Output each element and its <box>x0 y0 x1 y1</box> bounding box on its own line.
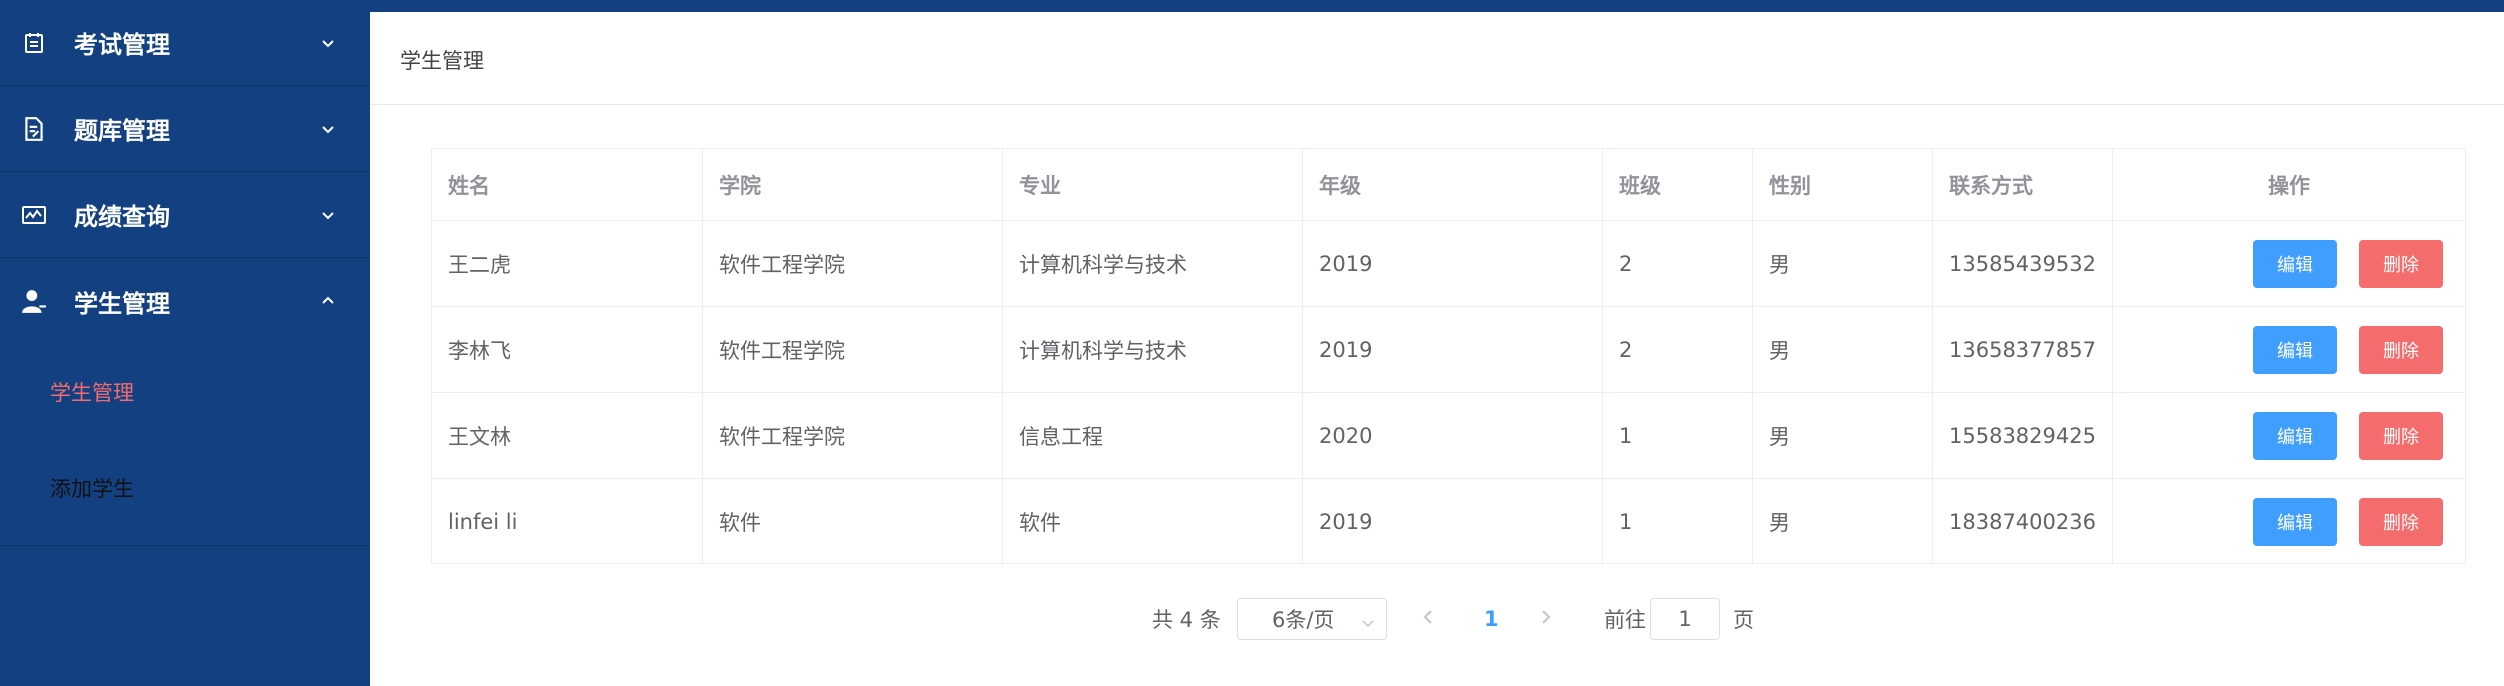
table-row: 李林飞 软件工程学院 计算机科学与技术 2019 2 男 13658377857… <box>432 307 2465 393</box>
document-edit-icon <box>20 115 48 143</box>
menu-student-management[interactable]: 学生管理 <box>0 258 370 344</box>
page-size-value: 6条/页 <box>1272 608 1335 632</box>
divider <box>370 104 2504 105</box>
delete-button[interactable]: 删除 <box>2359 240 2443 288</box>
cell-phone: 15583829425 <box>1933 393 2113 478</box>
chart-card-icon <box>20 201 48 229</box>
chevron-right-icon <box>1538 607 1554 632</box>
cell-gender: 男 <box>1753 479 1933 565</box>
cell-phone: 13658377857 <box>1933 307 2113 392</box>
menu-label: 成绩查询 <box>74 203 170 231</box>
table-row: 王二虎 软件工程学院 计算机科学与技术 2019 2 男 13585439532… <box>432 221 2465 307</box>
delete-button[interactable]: 删除 <box>2359 412 2443 460</box>
cell-phone: 18387400236 <box>1933 479 2113 565</box>
cell-gender: 男 <box>1753 221 1933 306</box>
pagination-total: 共 4 条 <box>1152 608 1221 632</box>
chevron-down-icon <box>318 119 340 139</box>
column-header-major: 专业 <box>1003 149 1303 220</box>
menu-label: 题库管理 <box>74 117 170 145</box>
breadcrumb: 学生管理 <box>400 49 484 73</box>
calendar-icon <box>20 29 48 57</box>
cell-actions: 编辑 删除 <box>2113 393 2465 478</box>
student-table: 姓名 学院 专业 年级 班级 性别 联系方式 操作 王二虎 软件工程学院 计算机… <box>431 148 2466 565</box>
table-row: linfei li 软件 软件 2019 1 男 18387400236 编辑 … <box>432 479 2465 565</box>
chevron-up-icon <box>318 291 340 311</box>
column-header-gender: 性别 <box>1753 149 1933 220</box>
cell-major: 信息工程 <box>1003 393 1303 478</box>
cell-major: 计算机科学与技术 <box>1003 307 1303 392</box>
next-page-button[interactable] <box>1538 598 1554 640</box>
column-header-phone: 联系方式 <box>1933 149 2113 220</box>
menu-label: 考试管理 <box>74 31 170 59</box>
menu-label: 学生管理 <box>74 289 170 318</box>
cell-class: 2 <box>1603 307 1753 392</box>
header-bar <box>370 0 2504 12</box>
cell-name: linfei li <box>432 479 703 565</box>
table-header: 姓名 学院 专业 年级 班级 性别 联系方式 操作 <box>432 149 2465 221</box>
goto-label: 前往 <box>1604 608 1646 632</box>
cell-name: 王文林 <box>432 393 703 478</box>
chevron-down-icon <box>1360 612 1376 636</box>
cell-grade: 2019 <box>1303 221 1603 306</box>
student-submenu: 学生管理 添加学生 <box>0 344 370 546</box>
goto-page-input[interactable] <box>1650 598 1720 640</box>
column-header-college: 学院 <box>703 149 1003 220</box>
cell-grade: 2019 <box>1303 307 1603 392</box>
menu-exam-management[interactable]: 考试管理 <box>0 0 370 86</box>
submenu-student-management[interactable]: 学生管理 <box>0 344 370 440</box>
cell-grade: 2020 <box>1303 393 1603 478</box>
cell-major: 软件 <box>1003 479 1303 565</box>
edit-button[interactable]: 编辑 <box>2253 412 2337 460</box>
chevron-down-icon <box>318 33 340 53</box>
cell-actions: 编辑 删除 <box>2113 307 2465 392</box>
column-header-class: 班级 <box>1603 149 1753 220</box>
edit-button[interactable]: 编辑 <box>2253 498 2337 546</box>
cell-grade: 2019 <box>1303 479 1603 565</box>
table-row: 王文林 软件工程学院 信息工程 2020 1 男 15583829425 编辑 … <box>432 393 2465 479</box>
menu-score-query[interactable]: 成绩查询 <box>0 172 370 258</box>
cell-class: 1 <box>1603 393 1753 478</box>
cell-gender: 男 <box>1753 393 1933 478</box>
submenu-add-student[interactable]: 添加学生 <box>0 440 370 536</box>
cell-college: 软件 <box>703 479 1003 565</box>
column-header-grade: 年级 <box>1303 149 1603 220</box>
page-number-current[interactable]: 1 <box>1484 598 1499 640</box>
menu-question-bank[interactable]: 题库管理 <box>0 86 370 172</box>
edit-button[interactable]: 编辑 <box>2253 240 2337 288</box>
cell-name: 王二虎 <box>432 221 703 306</box>
cell-college: 软件工程学院 <box>703 307 1003 392</box>
delete-button[interactable]: 删除 <box>2359 326 2443 374</box>
cell-class: 1 <box>1603 479 1753 565</box>
cell-college: 软件工程学院 <box>703 393 1003 478</box>
chevron-down-icon <box>318 205 340 225</box>
cell-class: 2 <box>1603 221 1753 306</box>
cell-college: 软件工程学院 <box>703 221 1003 306</box>
user-icon <box>20 287 48 315</box>
page-size-select[interactable]: 6条/页 <box>1237 598 1387 640</box>
cell-phone: 13585439532 <box>1933 221 2113 306</box>
cell-gender: 男 <box>1753 307 1933 392</box>
page-unit-label: 页 <box>1733 608 1754 632</box>
column-header-name: 姓名 <box>432 149 703 220</box>
edit-button[interactable]: 编辑 <box>2253 326 2337 374</box>
prev-page-button[interactable] <box>1420 598 1436 640</box>
cell-actions: 编辑 删除 <box>2113 221 2465 306</box>
sidebar: 考试管理 题库管理 成绩查询 学生管理 学生管理 添加学生 <box>0 0 370 686</box>
cell-actions: 编辑 删除 <box>2113 479 2465 565</box>
cell-name: 李林飞 <box>432 307 703 392</box>
column-header-actions: 操作 <box>2268 173 2310 198</box>
chevron-left-icon <box>1420 607 1436 632</box>
cell-major: 计算机科学与技术 <box>1003 221 1303 306</box>
delete-button[interactable]: 删除 <box>2359 498 2443 546</box>
